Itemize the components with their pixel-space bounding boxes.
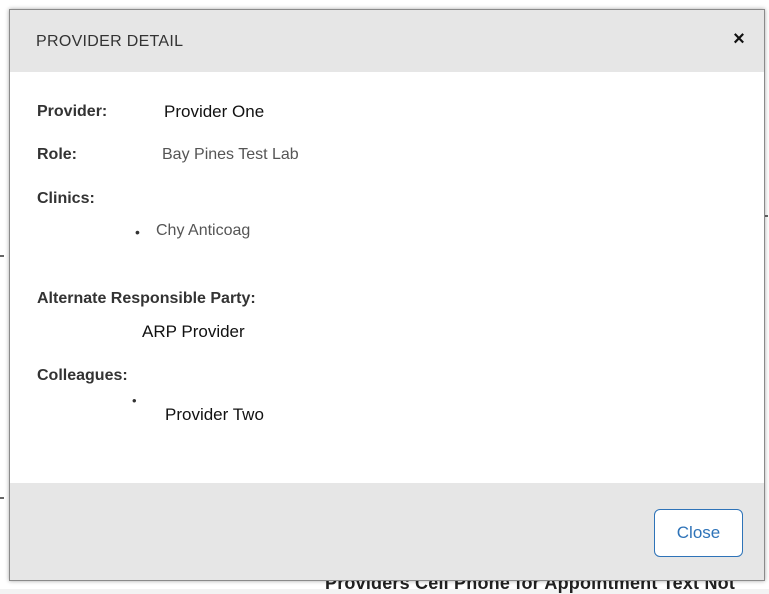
dialog-footer: Close xyxy=(10,483,764,580)
background-divider-mark xyxy=(0,497,4,499)
clinic-list-item: Chy Anticoag xyxy=(156,222,251,239)
colleagues-label: Colleagues: xyxy=(37,367,128,384)
clinic-bullet: • xyxy=(135,224,140,240)
provider-label: Provider: xyxy=(37,103,108,120)
alternate-responsible-party-label: Alternate Responsible Party: xyxy=(37,290,256,307)
close-icon[interactable]: × xyxy=(728,27,750,51)
alternate-responsible-party-value: ARP Provider xyxy=(142,322,245,341)
dialog-header: PROVIDER DETAIL × xyxy=(10,10,764,72)
colleague-list-item: Provider Two xyxy=(165,405,264,424)
background-divider-mark xyxy=(0,255,4,257)
provider-value: Provider One xyxy=(164,102,265,121)
provider-detail-dialog: PROVIDER DETAIL × Provider: Provider One… xyxy=(9,9,765,581)
role-label: Role: xyxy=(37,146,77,163)
close-button[interactable]: Close xyxy=(654,509,743,557)
role-value: Bay Pines Test Lab xyxy=(162,146,299,163)
dialog-title: PROVIDER DETAIL xyxy=(36,33,184,50)
colleague-bullet: • xyxy=(132,393,137,408)
clinics-label: Clinics: xyxy=(37,190,95,207)
